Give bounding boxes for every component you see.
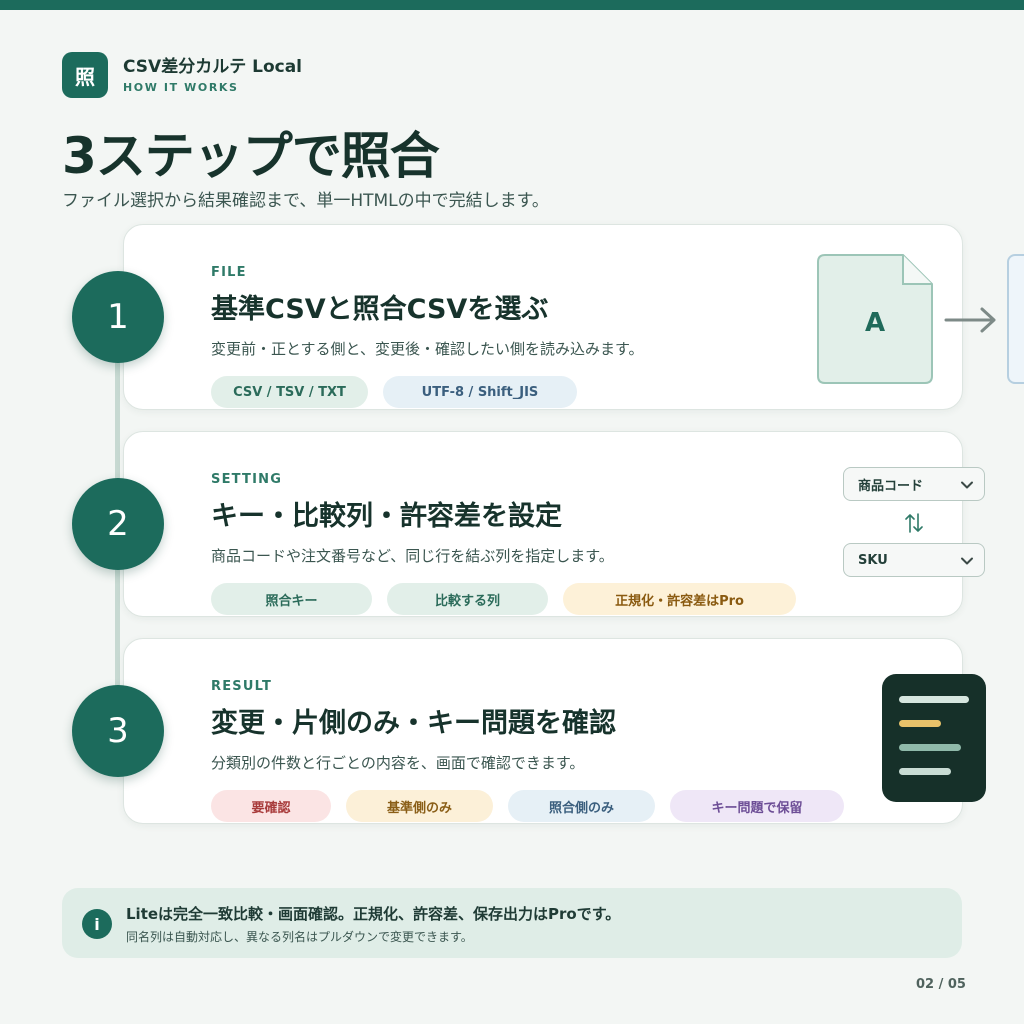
arrow-right-icon [944, 305, 998, 339]
step-chips: 要確認 基準側のみ 照合側のみ キー問題で保留 [211, 790, 859, 822]
step-chips: 照合キー 比較する列 正規化・許容差はPro [211, 583, 811, 615]
brand-subtitle: HOW IT WORKS [123, 80, 239, 94]
step-chips: CSV / TSV / TXT UTF-8 / Shift_JIS [211, 376, 592, 408]
step-eyebrow: RESULT [211, 679, 273, 694]
chip-match-key: 照合キー [211, 583, 372, 615]
step-number-2: 2 [72, 478, 164, 570]
chip-pro-feature: 正規化・許容差はPro [563, 583, 796, 615]
select-value: SKU [858, 552, 888, 568]
brand-name: CSV差分カルテ Local [123, 56, 302, 77]
chip-encodings: UTF-8 / Shift_JIS [383, 376, 577, 408]
file-document-icon: A [817, 254, 933, 384]
step-card-result: RESULT 変更・片側のみ・キー問題を確認 分類別の件数と行ごとの内容を、画面… [123, 638, 963, 824]
info-icon: i [82, 909, 112, 939]
result-list-icon [882, 674, 986, 802]
chip-compare-only: 照合側のみ [508, 790, 655, 822]
step-eyebrow: FILE [211, 265, 247, 280]
note-sub-text: 同名列は自動対応し、異なる列名はプルダウンで変更できます。 [126, 930, 473, 944]
brand-logo: 照 [62, 52, 108, 98]
key-column-select[interactable]: 商品コード [843, 467, 985, 501]
chip-compare-columns: 比較する列 [387, 583, 548, 615]
step-description: 変更前・正とする側と、変更後・確認したい側を読み込みます。 [211, 340, 644, 358]
select-value: 商品コード [858, 478, 924, 494]
chip-base-only: 基準側のみ [346, 790, 493, 822]
chip-key-issue: キー問題で保留 [670, 790, 844, 822]
page-title: 3ステップで照合 [62, 127, 440, 185]
info-note: i Liteは完全一致比較・画面確認。正規化、許容差、保存出力はProです。 同… [62, 888, 962, 958]
compare-column-select[interactable]: SKU [843, 543, 985, 577]
step-description: 商品コードや注文番号など、同じ行を結ぶ列を指定します。 [211, 547, 614, 565]
step-title: 変更・片側のみ・キー問題を確認 [211, 708, 616, 739]
file-letter: A [864, 308, 886, 338]
note-main-text: Liteは完全一致比較・画面確認。正規化、許容差、保存出力はProです。 [126, 905, 621, 923]
swap-arrows-icon [905, 512, 923, 538]
chip-needs-review: 要確認 [211, 790, 331, 822]
brand-header: 照 CSV差分カルテ Local HOW IT WORKS [62, 52, 302, 98]
step-title: 基準CSVと照合CSVを選ぶ [211, 294, 549, 325]
step-number-3: 3 [72, 685, 164, 777]
second-file-icon [1007, 254, 1024, 384]
step-number-1: 1 [72, 271, 164, 363]
step-card-setting: SETTING キー・比較列・許容差を設定 商品コードや注文番号など、同じ行を結… [123, 431, 963, 617]
page-indicator: 02 / 05 [916, 977, 966, 992]
step-eyebrow: SETTING [211, 472, 283, 487]
chip-file-formats: CSV / TSV / TXT [211, 376, 368, 408]
chevron-down-icon [961, 557, 973, 565]
step-title: キー・比較列・許容差を設定 [211, 501, 562, 532]
page-description: ファイル選択から結果確認まで、単一HTMLの中で完結します。 [62, 191, 549, 211]
top-accent-bar [0, 0, 1024, 10]
step-description: 分類別の件数と行ごとの内容を、画面で確認できます。 [211, 754, 585, 772]
chevron-down-icon [961, 481, 973, 489]
